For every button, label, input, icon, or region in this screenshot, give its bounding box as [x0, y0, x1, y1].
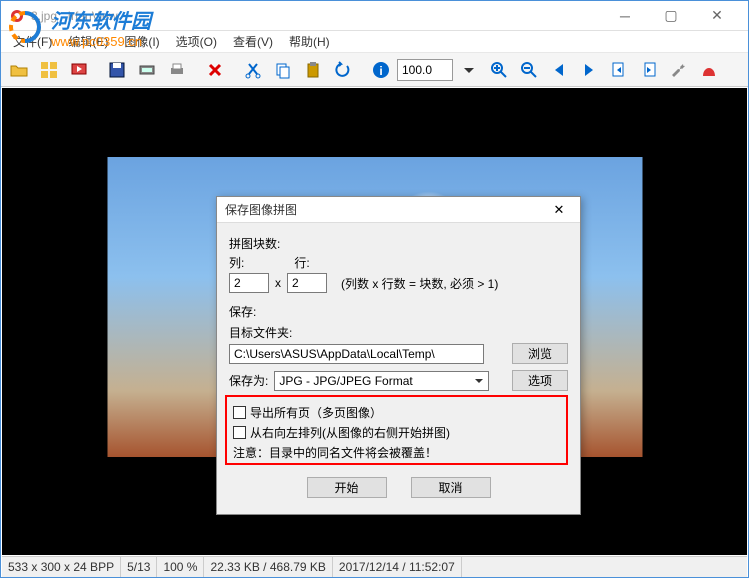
paste-icon: [303, 60, 323, 80]
folder-input[interactable]: [229, 344, 484, 364]
app-icon: [9, 8, 25, 24]
cat-icon: [699, 60, 719, 80]
chevron-down-icon: [474, 376, 484, 386]
rows-label: 行:: [294, 254, 309, 271]
window-controls: ─ ▢ ✕: [602, 1, 740, 31]
rows-input[interactable]: [287, 273, 327, 293]
status-size: 22.33 KB / 468.79 KB: [204, 557, 332, 577]
maximize-button[interactable]: ▢: [648, 1, 694, 31]
folder-label: 目标文件夹:: [229, 324, 568, 341]
menu-view[interactable]: 查看(V): [225, 31, 281, 52]
next-page-button[interactable]: [635, 56, 663, 84]
page-next-icon: [639, 60, 659, 80]
chevron-down-icon: [459, 60, 479, 80]
export-all-pages-checkbox[interactable]: [233, 406, 246, 419]
format-select[interactable]: JPG - JPG/JPEG Format: [274, 371, 489, 391]
highlighted-options: 导出所有页（多页图像） 从右向左排列(从图像的右侧开始拼图) 注意：目录中的同名…: [225, 395, 568, 465]
zoom-dropdown[interactable]: [455, 56, 483, 84]
print-icon: [167, 60, 187, 80]
delete-icon: [205, 60, 225, 80]
menu-options[interactable]: 选项(O): [168, 31, 225, 52]
menu-help[interactable]: 帮助(H): [281, 31, 338, 52]
export-all-pages-label: 导出所有页（多页图像）: [250, 404, 382, 421]
zoom-in-icon: [489, 60, 509, 80]
close-button[interactable]: ✕: [694, 1, 740, 31]
status-datetime: 2017/12/14 / 11:52:07: [333, 557, 462, 577]
zoom-out-icon: [519, 60, 539, 80]
main-window: 3.jpg - IrfanView ─ ▢ ✕ 文件(F) 编辑(E) 图像(I…: [0, 0, 749, 578]
zoom-out-button[interactable]: [515, 56, 543, 84]
dialog-title: 保存图像拼图: [225, 201, 546, 218]
info-icon: i: [371, 60, 391, 80]
page-prev-icon: [609, 60, 629, 80]
statusbar: 533 x 300 x 24 BPP 5/13 100 % 22.33 KB /…: [2, 556, 747, 577]
options-button[interactable]: 选项: [512, 370, 568, 391]
zoom-in-button[interactable]: [485, 56, 513, 84]
cols-label: 列:: [229, 254, 244, 271]
slideshow-icon: [69, 60, 89, 80]
paste-button[interactable]: [299, 56, 327, 84]
dialog-close-button[interactable]: ✕: [546, 199, 572, 221]
save-button[interactable]: [103, 56, 131, 84]
copy-icon: [273, 60, 293, 80]
browse-button[interactable]: 浏览: [512, 343, 568, 364]
saveas-label: 保存为:: [229, 372, 268, 389]
undo-button[interactable]: [329, 56, 357, 84]
arrow-left-icon: [549, 60, 569, 80]
copy-button[interactable]: [269, 56, 297, 84]
overwrite-warning: 注意：目录中的同名文件将会被覆盖！: [233, 444, 560, 461]
about-button[interactable]: [695, 56, 723, 84]
cancel-button[interactable]: 取消: [411, 477, 491, 498]
save-icon: [107, 60, 127, 80]
status-zoom: 100 %: [157, 557, 204, 577]
cut-button[interactable]: [239, 56, 267, 84]
status-dimensions: 533 x 300 x 24 BPP: [2, 557, 121, 577]
minimize-button[interactable]: ─: [602, 1, 648, 31]
tiles-section-label: 拼图块数:: [229, 235, 568, 252]
dialog-body: 拼图块数: 列: 行: x (列数 x 行数 = 块数, 必须 > 1) 保存:…: [217, 223, 580, 514]
right-to-left-checkbox[interactable]: [233, 426, 246, 439]
scan-icon: [137, 60, 157, 80]
print-button[interactable]: [163, 56, 191, 84]
scan-button[interactable]: [133, 56, 161, 84]
save-section-label: 保存:: [229, 303, 568, 320]
right-to-left-label: 从右向左排列(从图像的右侧开始拼图): [250, 424, 450, 441]
prev-file-button[interactable]: [545, 56, 573, 84]
dialog-footer: 开始 取消: [229, 471, 568, 508]
status-index: 5/13: [121, 557, 157, 577]
delete-button[interactable]: [201, 56, 229, 84]
next-file-button[interactable]: [575, 56, 603, 84]
info-button[interactable]: i: [367, 56, 395, 84]
toolbar: i: [1, 53, 748, 87]
tiles-hint: (列数 x 行数 = 块数, 必须 > 1): [341, 275, 498, 292]
thumbnails-button[interactable]: [35, 56, 63, 84]
menu-image[interactable]: 图像(I): [116, 31, 167, 52]
thumbs-icon: [39, 60, 59, 80]
cols-input[interactable]: [229, 273, 269, 293]
save-panorama-dialog: 保存图像拼图 ✕ 拼图块数: 列: 行: x (列数 x 行数 = 块数, 必须…: [216, 196, 581, 515]
zoom-input[interactable]: [397, 59, 453, 81]
format-value: JPG - JPG/JPEG Format: [279, 374, 412, 388]
folder-open-icon: [9, 60, 29, 80]
dialog-titlebar: 保存图像拼图 ✕: [217, 197, 580, 223]
menu-edit[interactable]: 编辑(E): [60, 31, 116, 52]
prev-page-button[interactable]: [605, 56, 633, 84]
wrench-icon: [669, 60, 689, 80]
cut-icon: [243, 60, 263, 80]
open-button[interactable]: [5, 56, 33, 84]
start-button[interactable]: 开始: [307, 477, 387, 498]
svg-text:i: i: [379, 64, 382, 78]
menubar: 文件(F) 编辑(E) 图像(I) 选项(O) 查看(V) 帮助(H): [1, 31, 748, 53]
undo-icon: [333, 60, 353, 80]
titlebar: 3.jpg - IrfanView ─ ▢ ✕: [1, 1, 748, 31]
settings-button[interactable]: [665, 56, 693, 84]
x-separator: x: [275, 276, 281, 290]
window-title: 3.jpg - IrfanView: [31, 9, 602, 23]
slideshow-button[interactable]: [65, 56, 93, 84]
menu-file[interactable]: 文件(F): [5, 31, 60, 52]
arrow-right-icon: [579, 60, 599, 80]
